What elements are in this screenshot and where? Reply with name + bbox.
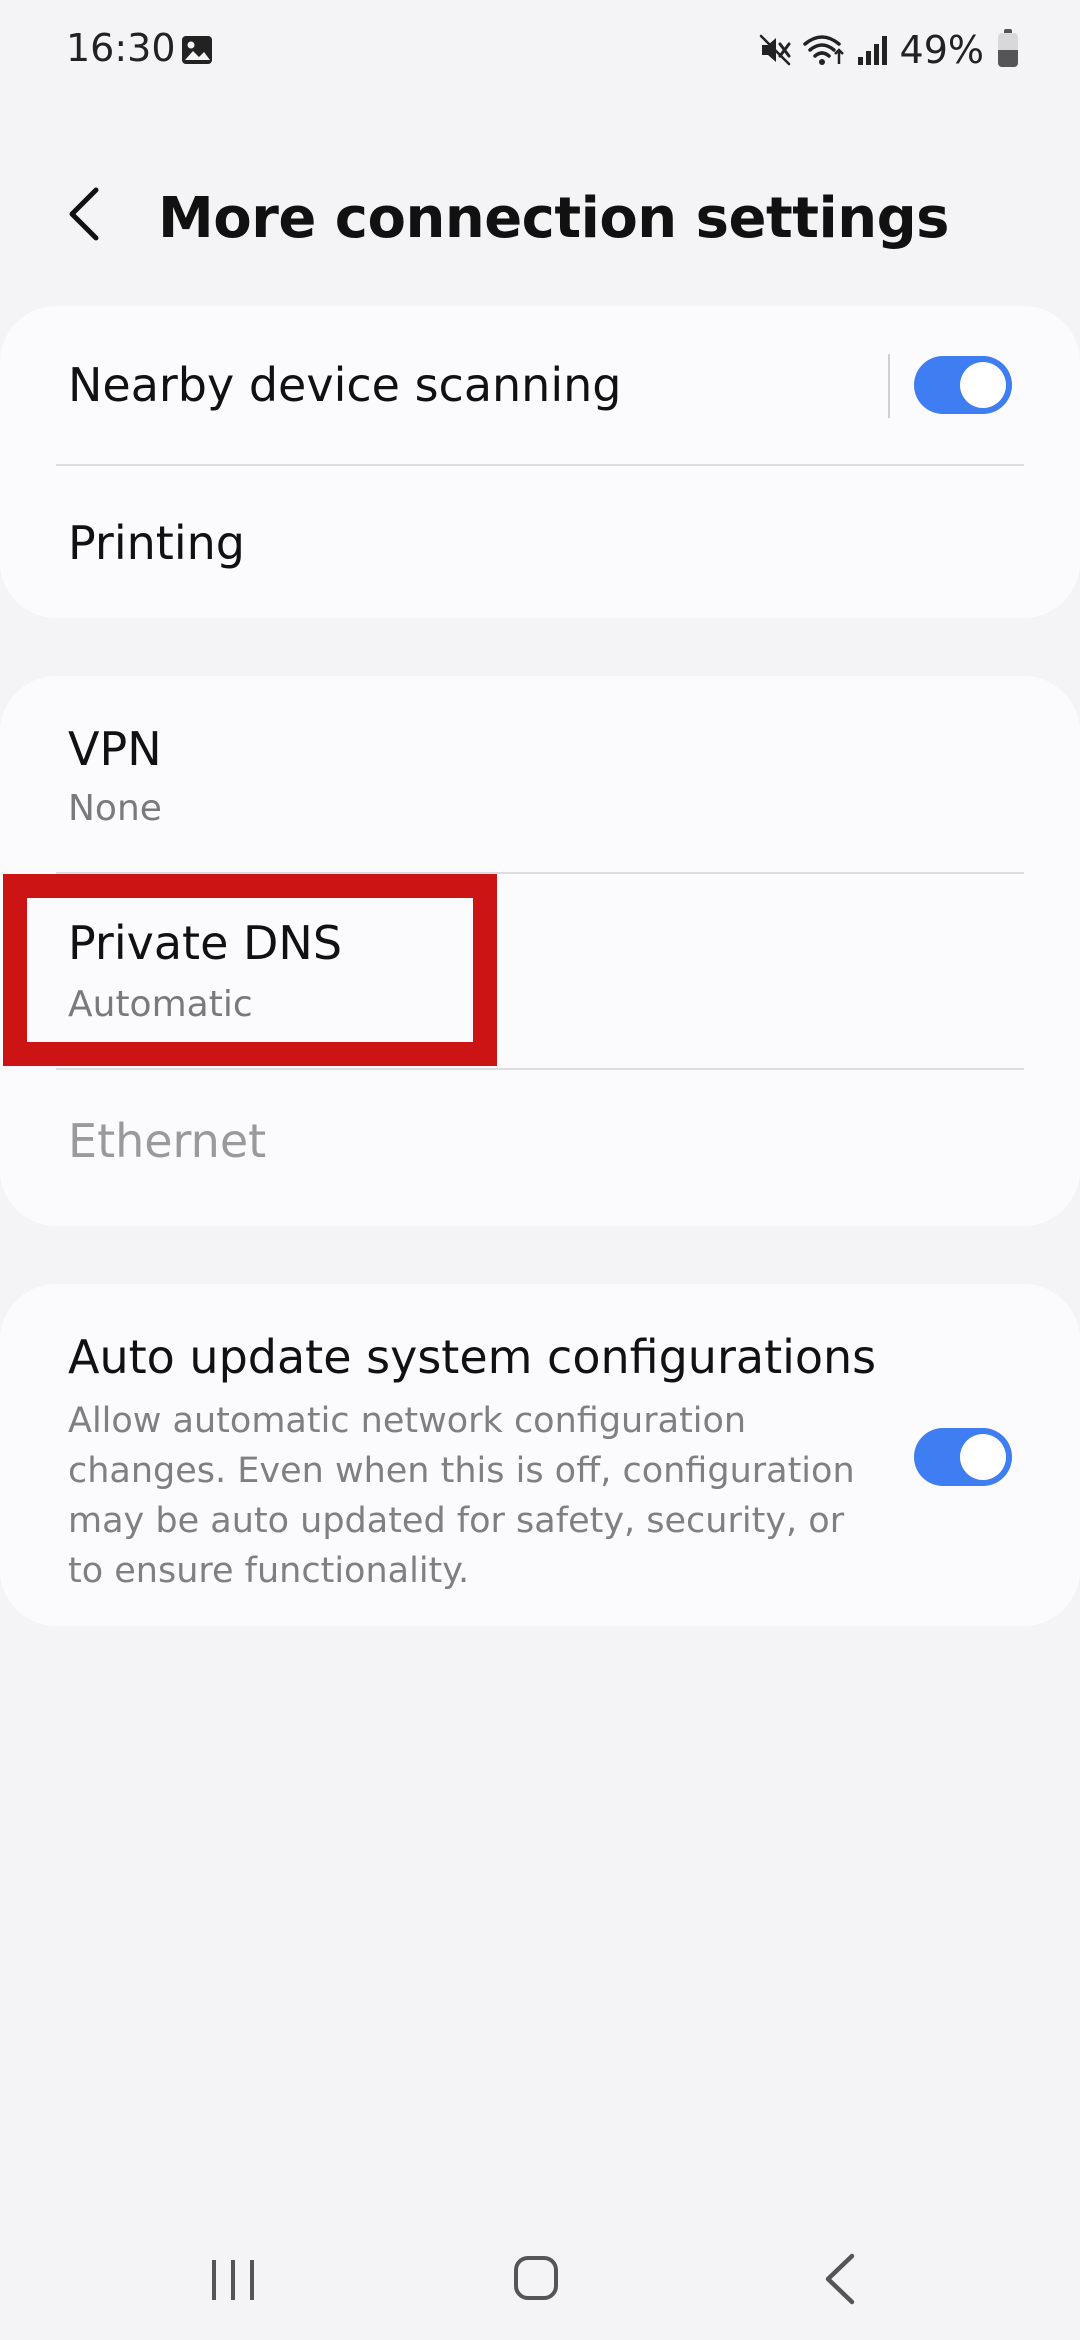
battery-fill: [998, 50, 1018, 67]
highlight-box: [3, 874, 497, 1066]
row-nearby-device-scanning[interactable]: Nearby device scanning: [0, 306, 1080, 464]
wifi-icon: [802, 35, 844, 65]
status-right-group: 49%: [758, 24, 1018, 76]
auto-update-description: Allow automatic network configuration ch…: [68, 1401, 855, 1591]
toggle-divider: [888, 354, 890, 418]
home-icon[interactable]: [512, 2254, 560, 2302]
printing-label: Printing: [68, 516, 245, 570]
auto-update-toggle[interactable]: [914, 1428, 1012, 1486]
row-vpn[interactable]: VPN None: [0, 676, 1080, 872]
vpn-label: VPN: [68, 722, 162, 776]
battery-icon: [998, 29, 1018, 67]
nearby-device-scanning-toggle[interactable]: [914, 356, 1012, 414]
nearby-device-scanning-label: Nearby device scanning: [68, 358, 622, 412]
status-bar: 16:30 49%: [0, 0, 1080, 100]
vpn-value: None: [68, 788, 162, 829]
back-icon[interactable]: [820, 2250, 860, 2308]
gallery-icon: [182, 36, 212, 64]
recents-icon[interactable]: [208, 2256, 258, 2304]
chevron-left-icon[interactable]: [56, 182, 120, 246]
row-ethernet: Ethernet: [0, 1070, 1080, 1226]
row-printing[interactable]: Printing: [0, 466, 1080, 618]
card-connection-basic: Nearby device scanning Printing: [0, 306, 1080, 618]
auto-update-label: Auto update system configurations: [68, 1330, 877, 1384]
signal-icon: [857, 36, 887, 65]
mute-icon: [759, 34, 791, 66]
status-time: 16:30: [66, 26, 176, 70]
page-title: More connection settings: [158, 186, 950, 251]
navigation-bar: [0, 2220, 1080, 2340]
ethernet-label: Ethernet: [68, 1114, 267, 1168]
header: More connection settings: [0, 160, 1080, 270]
battery-percent: 49%: [899, 28, 984, 72]
